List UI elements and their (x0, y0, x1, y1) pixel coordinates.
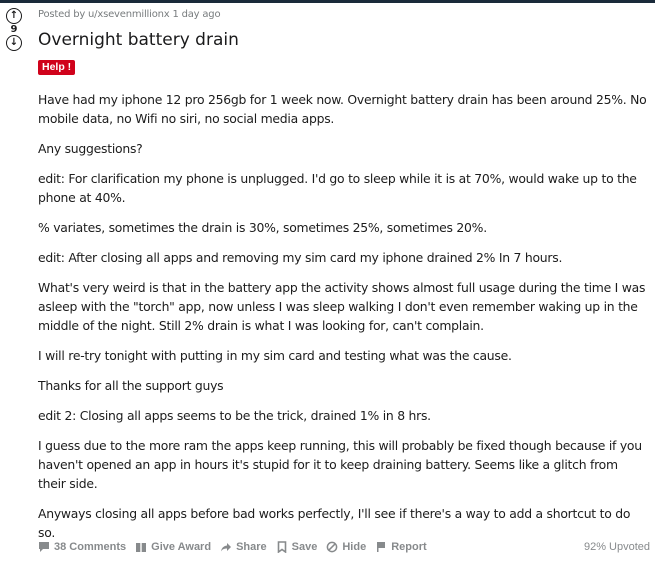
post-paragraph: Any suggestions? (38, 141, 143, 156)
post-flair[interactable]: Help ! (38, 60, 76, 75)
share-arrow-icon (220, 541, 232, 553)
post-paragraph: Thanks for all the support guys (38, 378, 224, 393)
report-button[interactable]: Report (375, 541, 427, 553)
post-paragraph: edit: For clarification my phone is unpl… (38, 171, 637, 205)
post-paragraph: edit: After closing all apps and removin… (38, 250, 563, 265)
hide-button[interactable]: Hide (326, 541, 366, 553)
save-label: Save (291, 541, 318, 553)
vote-score: 9 (10, 24, 18, 35)
post-paragraph: What's very weird is that in the battery… (38, 280, 646, 333)
comment-icon (38, 541, 50, 553)
hide-label: Hide (342, 541, 367, 553)
gift-icon (135, 541, 147, 553)
post-paragraph: Anyways closing all apps before bad work… (38, 506, 631, 540)
hide-icon (326, 541, 338, 553)
upvote-icon[interactable]: ↑ (6, 8, 22, 24)
post-footer: 38 Comments Give Award Share Save Hide R… (38, 541, 650, 554)
report-label: Report (391, 541, 427, 553)
vote-column: ↑ 9 ↓ (5, 8, 23, 51)
comments-label: 38 Comments (54, 541, 127, 553)
comments-button[interactable]: 38 Comments (38, 541, 126, 553)
share-label: Share (236, 541, 267, 553)
give-award-button[interactable]: Give Award (135, 541, 211, 553)
give-award-label: Give Award (151, 541, 212, 553)
post-paragraph: Have had my iphone 12 pro 256gb for 1 we… (38, 92, 647, 126)
post-meta: Posted by u/xsevenmillionx 1 day ago (38, 9, 221, 20)
bookmark-icon (276, 541, 288, 554)
post-paragraph: I guess due to the more ram the apps kee… (38, 438, 642, 491)
post-title[interactable]: Overnight battery drain (38, 30, 239, 50)
share-button[interactable]: Share (220, 541, 267, 553)
post-paragraph: I will re-try tonight with putting in my… (38, 348, 512, 363)
save-button[interactable]: Save (276, 541, 318, 554)
post-paragraph: edit 2: Closing all apps seems to be the… (38, 408, 431, 423)
downvote-icon[interactable]: ↓ (6, 35, 22, 51)
upvote-ratio: 92% Upvoted (583, 541, 650, 553)
post-paragraph: % variates, sometimes the drain is 30%, … (38, 220, 487, 235)
top-border (0, 0, 655, 3)
flag-icon (375, 541, 387, 553)
post-body: Have had my iphone 12 pro 256gb for 1 we… (38, 90, 648, 553)
